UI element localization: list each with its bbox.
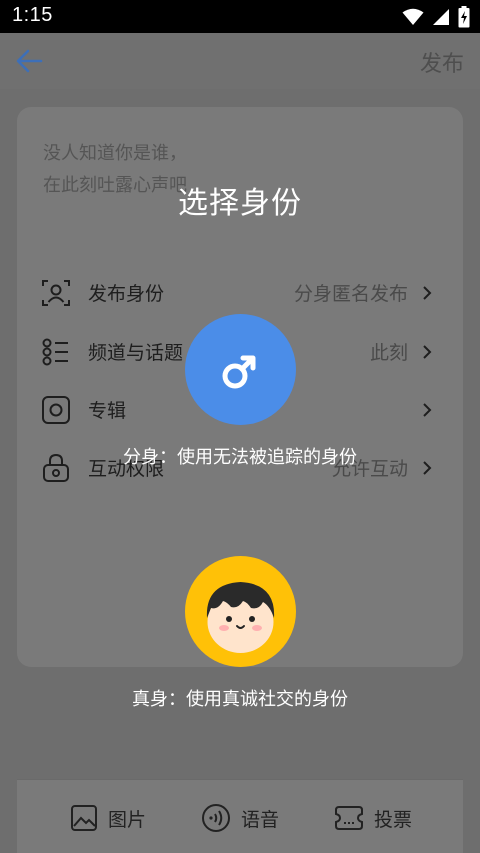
settings-label: 专辑 — [88, 400, 127, 422]
status-time: 1:15 — [12, 4, 53, 26]
identity-picker-title: 选择身份 — [178, 186, 302, 221]
real-self-option[interactable] — [185, 556, 296, 667]
real-self-caption: 真身：使用真诚社交的身份 — [132, 689, 348, 710]
vote-icon — [335, 806, 363, 830]
voice-icon — [202, 804, 230, 832]
status-icons — [402, 6, 470, 28]
alter-ego-caption: 分身：使用无法被追踪的身份 — [123, 447, 357, 468]
male-symbol-icon — [222, 355, 256, 389]
publish-button[interactable]: 发布 — [420, 46, 464, 78]
settings-row-identity[interactable]: 发布身份 分身匿名发布 — [40, 273, 440, 313]
image-icon — [71, 805, 97, 831]
voice-button[interactable]: 语音 — [201, 800, 279, 836]
album-icon — [42, 396, 70, 424]
chevron-right-icon — [423, 345, 432, 359]
toolbar-label: 图片 — [108, 808, 147, 831]
settings-value: 此刻 — [369, 342, 408, 364]
vote-button[interactable]: 投票 — [334, 800, 412, 836]
cartoon-face-icon — [206, 582, 275, 653]
toolbar-label: 投票 — [374, 808, 413, 831]
alter-ego-option[interactable] — [185, 314, 296, 425]
chevron-right-icon — [423, 403, 432, 417]
app-header: 发布 — [0, 33, 480, 89]
cell-signal-icon — [433, 9, 449, 25]
toolbar-label: 语音 — [241, 808, 280, 831]
screen: 1:15 发布 没人知道你是谁， 在此刻吐露心声吧 发布身份 分身匿名发布 频道… — [0, 0, 480, 853]
settings-label: 发布身份 — [88, 283, 165, 305]
image-button[interactable]: 图片 — [70, 800, 146, 836]
arrow-left-icon[interactable] — [14, 45, 46, 77]
channel-list-icon — [42, 338, 68, 366]
battery-charging-icon — [458, 6, 470, 28]
identity-icon — [42, 280, 70, 306]
status-bar: 1:15 — [0, 0, 480, 33]
chevron-right-icon — [423, 286, 432, 300]
settings-value: 分身匿名发布 — [293, 283, 408, 305]
wifi-icon — [402, 8, 424, 25]
settings-label: 频道与话题 — [88, 342, 184, 364]
